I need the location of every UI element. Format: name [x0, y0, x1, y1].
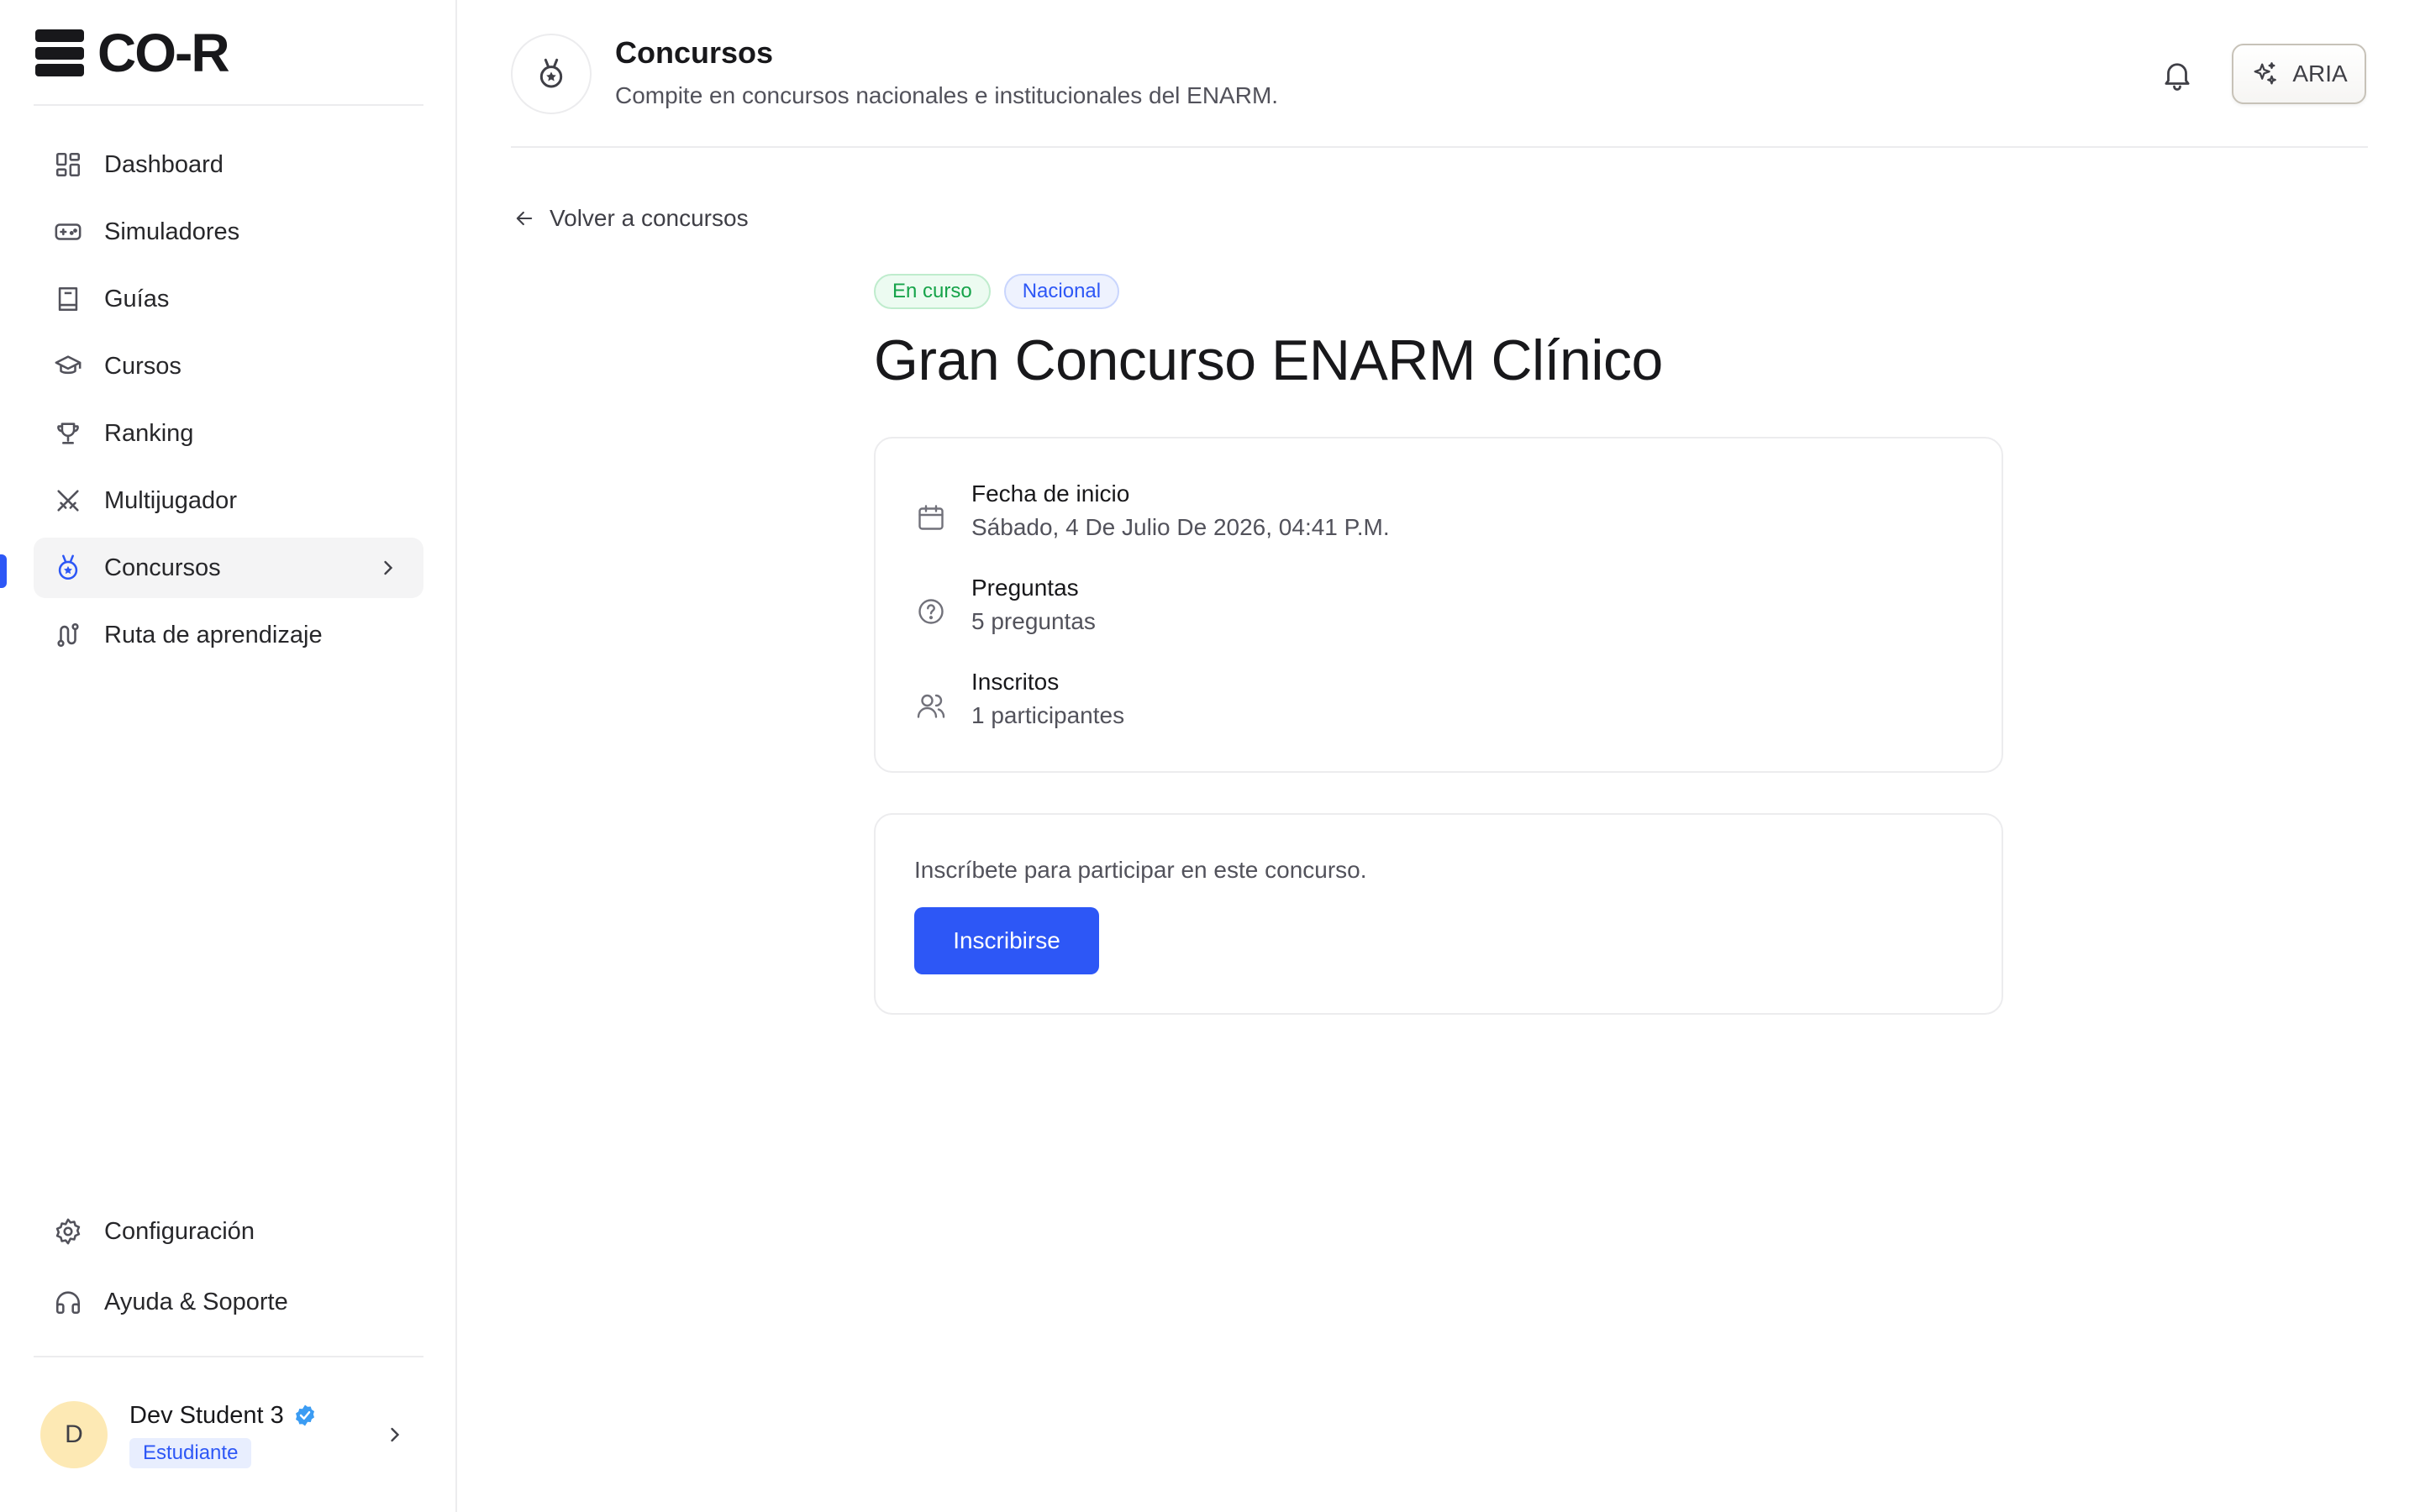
chevron-right-icon — [384, 560, 393, 575]
sidebar-item-ranking[interactable]: Ranking — [34, 403, 424, 464]
arrow-left-icon — [516, 211, 533, 226]
sidebar-item-guias[interactable]: Guías — [34, 269, 424, 329]
sidebar-item-label: Ayuda & Soporte — [104, 1288, 288, 1315]
start-date-value: Sábado, 4 De Julio De 2026, 04:41 P.M. — [971, 514, 1390, 540]
sidebar-item-label: Cursos — [104, 352, 182, 380]
contest-title: Gran Concurso ENARM Clínico — [874, 328, 1663, 392]
sidebar-nav: Dashboard Simuladores Guías Cursos Ranki… — [34, 134, 424, 672]
headphones-icon — [54, 1288, 82, 1316]
start-date-label: Fecha de inicio — [971, 480, 1130, 507]
sidebar-item-label: Concursos — [104, 554, 221, 581]
header-divider — [511, 146, 2368, 148]
dashboard-icon — [54, 150, 82, 179]
sidebar-item-configuracion[interactable]: Configuración — [34, 1201, 424, 1262]
enroll-button[interactable]: Inscribirse — [914, 907, 1099, 974]
user-name: Dev Student 3 — [129, 1401, 284, 1429]
route-icon — [54, 621, 82, 649]
enroll-text: Inscríbete para participar en este concu… — [914, 857, 1367, 883]
sidebar-item-label: Dashboard — [104, 150, 224, 178]
sidebar-item-label: Guías — [104, 285, 170, 312]
medal-icon — [511, 34, 592, 114]
active-indicator — [0, 554, 7, 588]
contest-badges: En curso Nacional — [874, 274, 1120, 309]
logo-icon — [35, 29, 84, 76]
sidebar-item-dashboard[interactable]: Dashboard — [34, 134, 424, 195]
sidebar-item-ayuda[interactable]: Ayuda & Soporte — [34, 1272, 424, 1332]
gear-icon — [54, 1217, 82, 1246]
aria-label: ARIA — [2292, 60, 2348, 87]
enrolled-label: Inscritos — [971, 669, 1060, 695]
sidebar-bottom-nav: Configuración Ayuda & Soporte — [34, 1201, 424, 1342]
questions-value: 5 preguntas — [971, 608, 1096, 634]
sidebar-item-label: Simuladores — [104, 218, 240, 245]
graduation-cap-icon — [54, 352, 82, 381]
calendar-icon — [916, 502, 946, 533]
sidebar-item-label: Ruta de aprendizaje — [104, 621, 323, 648]
sidebar-item-multijugador[interactable]: Multijugador — [34, 470, 424, 531]
scope-badge: Nacional — [1003, 274, 1120, 309]
sidebar: CO-R Dashboard Simuladores Guías Cursos — [0, 0, 457, 1512]
trophy-icon — [54, 419, 82, 448]
sidebar-item-concursos[interactable]: Concursos — [34, 538, 424, 598]
back-label: Volver a concursos — [550, 205, 749, 231]
sidebar-item-label: Configuración — [104, 1217, 255, 1245]
role-badge: Estudiante — [129, 1437, 252, 1468]
questions-label: Preguntas — [971, 575, 1079, 601]
enroll-card: Inscríbete para participar en este concu… — [874, 813, 2003, 1015]
questions-row: Preguntas 5 preguntas — [916, 573, 1096, 637]
brand-logo[interactable]: CO-R — [35, 23, 230, 83]
gamepad-icon — [54, 218, 82, 246]
avatar: D — [40, 1401, 108, 1468]
status-badge: En curso — [874, 274, 991, 309]
contest-info-card: Fecha de inicio Sábado, 4 De Julio De 20… — [874, 437, 2003, 773]
aria-assistant-button[interactable]: ARIA — [2232, 44, 2366, 104]
sidebar-item-label: Multijugador — [104, 486, 237, 514]
bell-icon[interactable] — [2160, 57, 2195, 92]
brand-name: CO-R — [97, 23, 230, 83]
help-circle-icon — [916, 596, 946, 627]
enrolled-row: Inscritos 1 participantes — [916, 667, 1124, 731]
sidebar-divider — [34, 1356, 424, 1357]
page-subtitle: Compite en concursos nacionales e instit… — [615, 82, 1279, 108]
page-title: Concursos — [615, 35, 774, 70]
sidebar-item-ruta[interactable]: Ruta de aprendizaje — [34, 605, 424, 665]
user-profile[interactable]: D Dev Student 3 Estudiante — [34, 1386, 424, 1483]
swords-icon — [54, 486, 82, 515]
sparkles-icon — [2254, 62, 2277, 85]
chevron-right-icon — [391, 1427, 400, 1442]
book-icon — [54, 285, 82, 313]
medal-icon — [54, 554, 82, 582]
sidebar-item-cursos[interactable]: Cursos — [34, 336, 424, 396]
sidebar-divider — [34, 104, 424, 106]
back-link[interactable]: Volver a concursos — [513, 202, 749, 235]
start-date-row: Fecha de inicio Sábado, 4 De Julio De 20… — [916, 479, 1390, 543]
sidebar-item-simuladores[interactable]: Simuladores — [34, 202, 424, 262]
users-icon — [916, 690, 946, 721]
verified-icon — [295, 1404, 314, 1426]
enrolled-value: 1 participantes — [971, 702, 1125, 728]
sidebar-item-label: Ranking — [104, 419, 194, 447]
